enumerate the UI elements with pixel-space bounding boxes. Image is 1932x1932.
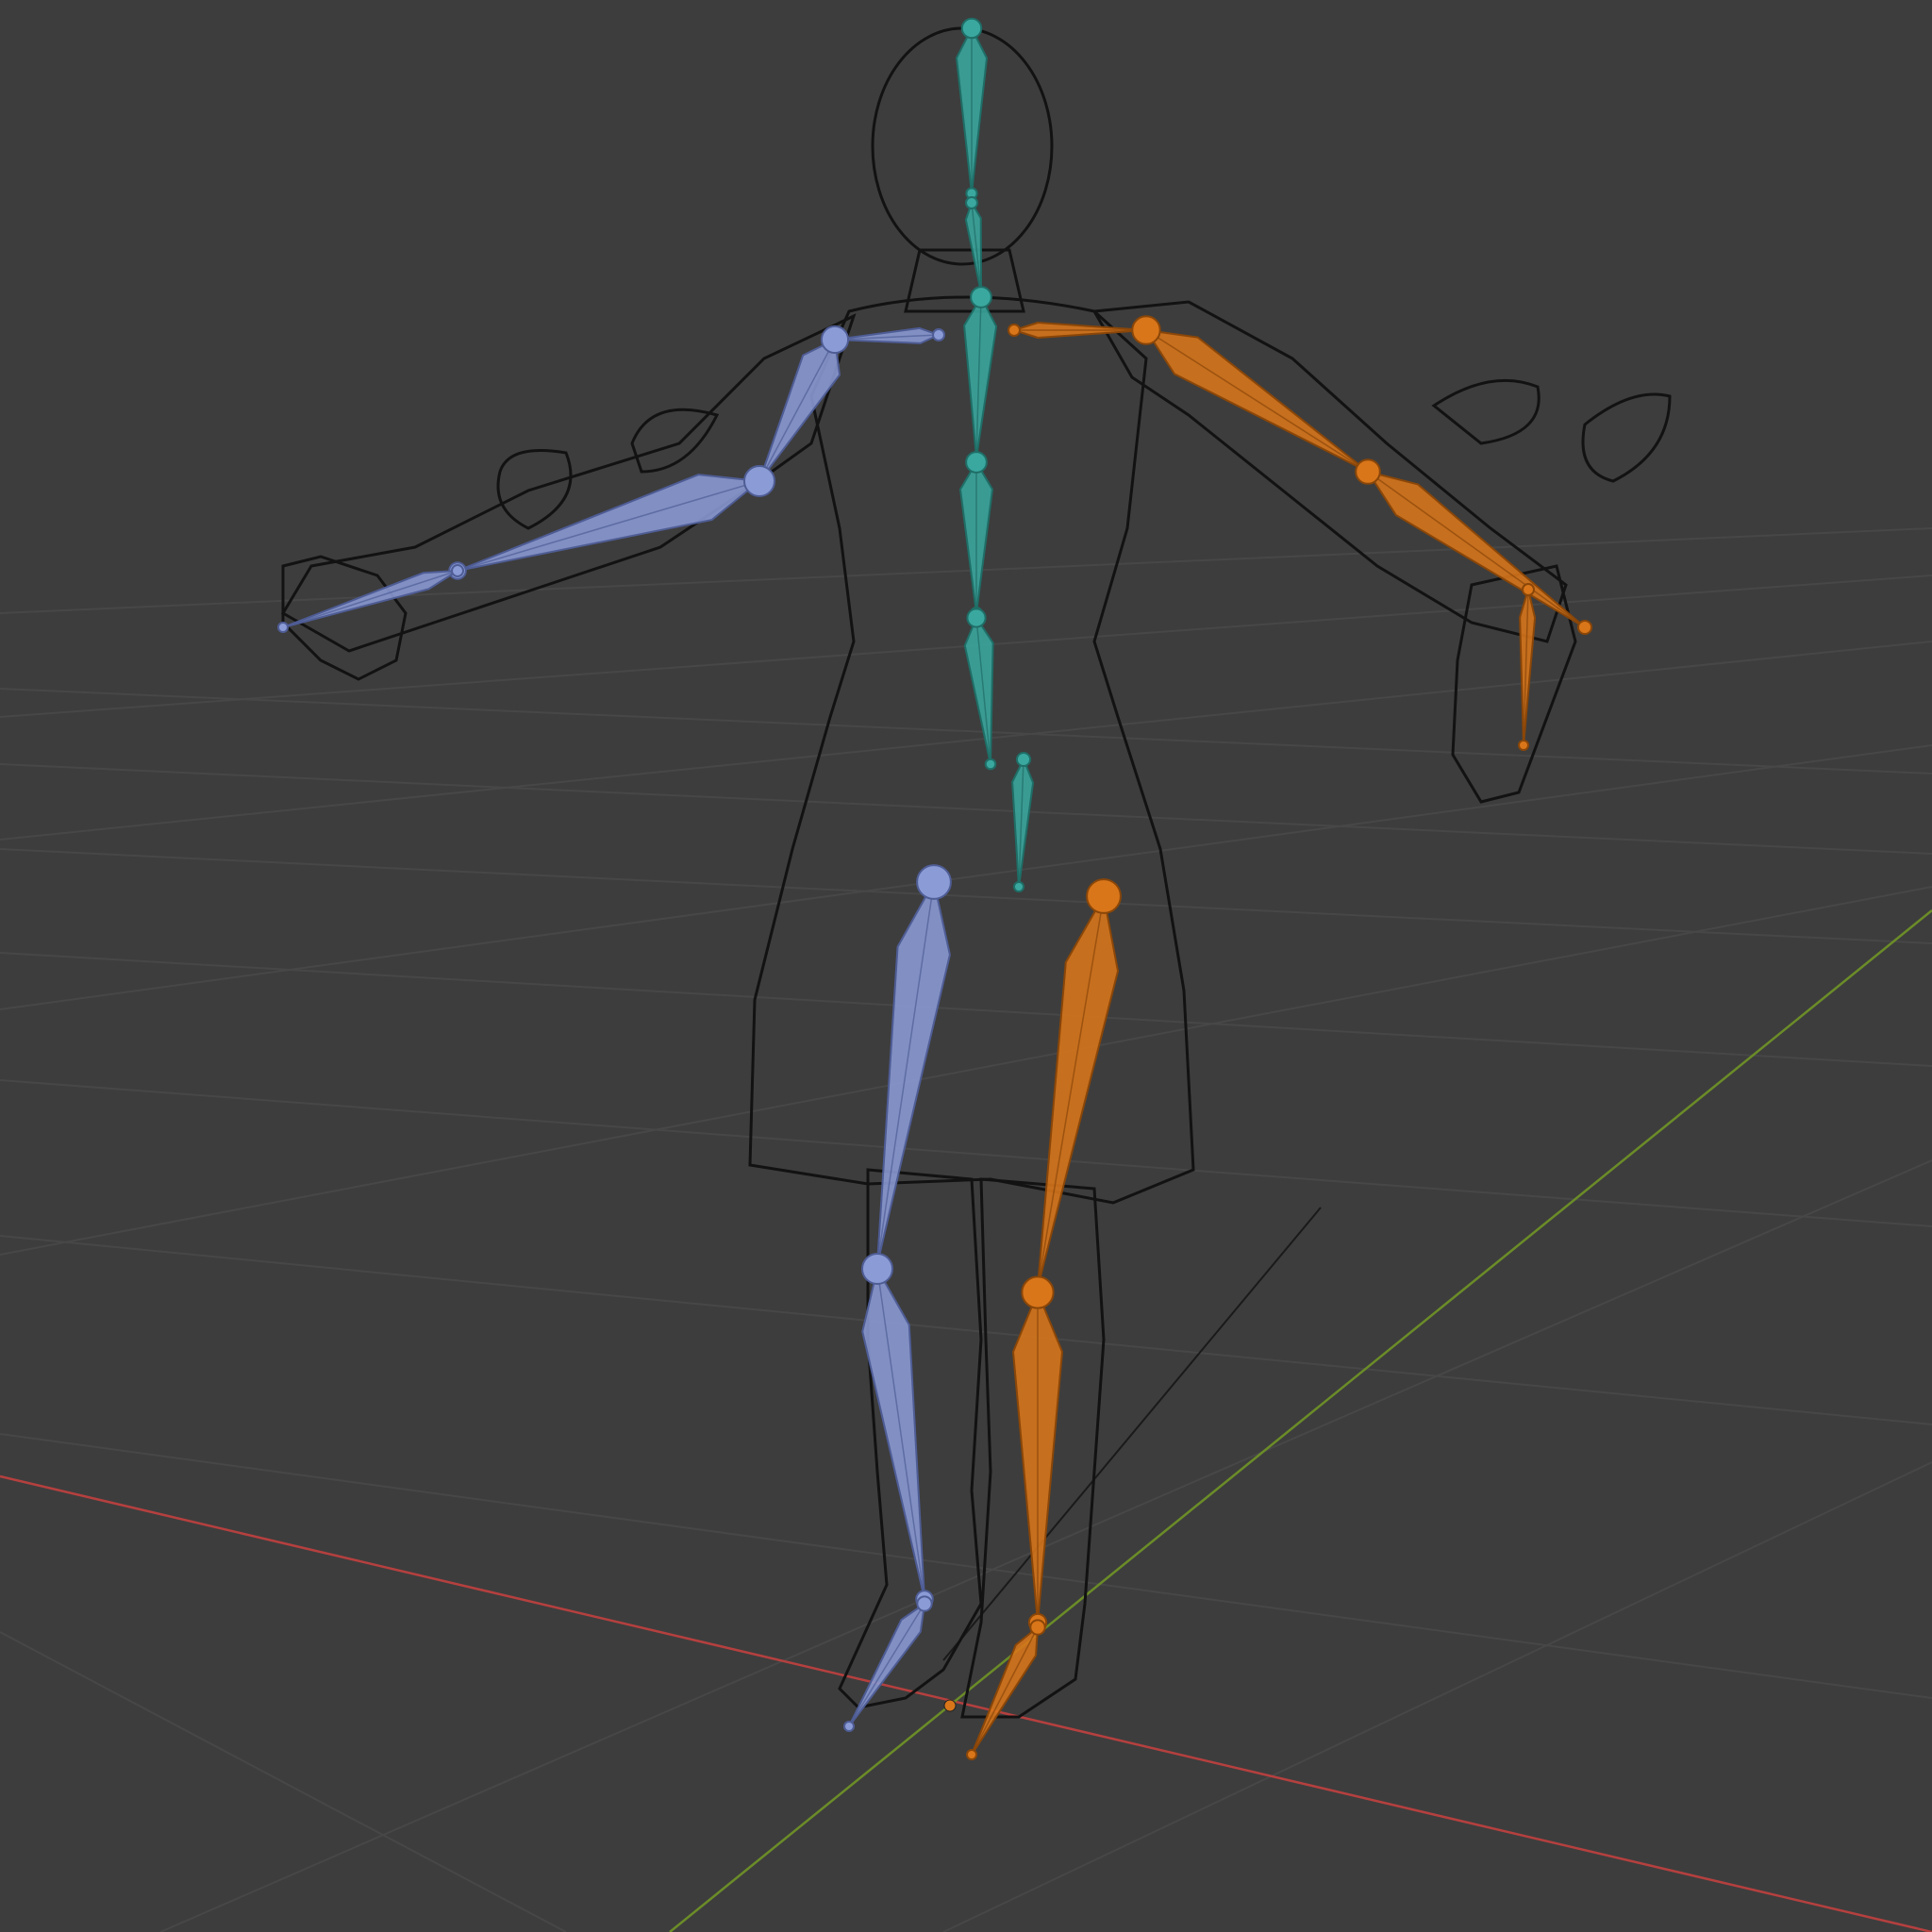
3d-viewport[interactable] bbox=[0, 0, 1932, 1932]
bone-tail-joint[interactable] bbox=[1576, 619, 1593, 636]
bone-head-joint[interactable] bbox=[1029, 1619, 1046, 1636]
bone-head-joint[interactable] bbox=[820, 325, 850, 355]
bone-head-joint[interactable] bbox=[932, 328, 945, 341]
bone-head-joint[interactable] bbox=[1008, 324, 1021, 337]
bone-head-joint[interactable] bbox=[1086, 878, 1122, 914]
bone-head-joint[interactable] bbox=[960, 17, 983, 40]
bone-head-joint[interactable] bbox=[965, 196, 978, 209]
bone-tail-joint[interactable] bbox=[1013, 881, 1024, 892]
bone-head-joint[interactable] bbox=[861, 1253, 893, 1285]
bone-head-joint[interactable] bbox=[970, 286, 992, 308]
origin-marker-icon bbox=[943, 1699, 957, 1712]
bone-head-joint[interactable] bbox=[743, 465, 775, 497]
bone-head-joint[interactable] bbox=[965, 451, 988, 474]
bone-head-joint[interactable] bbox=[966, 608, 987, 628]
bone-head-joint[interactable] bbox=[1021, 1275, 1055, 1309]
viewport-scene[interactable] bbox=[0, 0, 1932, 1932]
bone-head-joint[interactable] bbox=[1522, 583, 1535, 596]
bone-head-joint[interactable] bbox=[916, 1595, 933, 1612]
bone-head-joint[interactable] bbox=[1131, 315, 1161, 345]
bone-tail-joint[interactable] bbox=[984, 758, 997, 771]
bone-head-joint[interactable] bbox=[1015, 751, 1032, 768]
viewport-background bbox=[0, 0, 1932, 1932]
bone-head-joint[interactable] bbox=[916, 864, 952, 900]
bone-tail-joint[interactable] bbox=[843, 1721, 855, 1732]
bone-tail-joint[interactable] bbox=[277, 622, 289, 633]
bone-tail-joint[interactable] bbox=[1518, 740, 1529, 751]
bone-head-joint[interactable] bbox=[1355, 458, 1381, 485]
bone-head-joint[interactable] bbox=[451, 564, 464, 577]
bone-tail-joint[interactable] bbox=[966, 1749, 977, 1760]
